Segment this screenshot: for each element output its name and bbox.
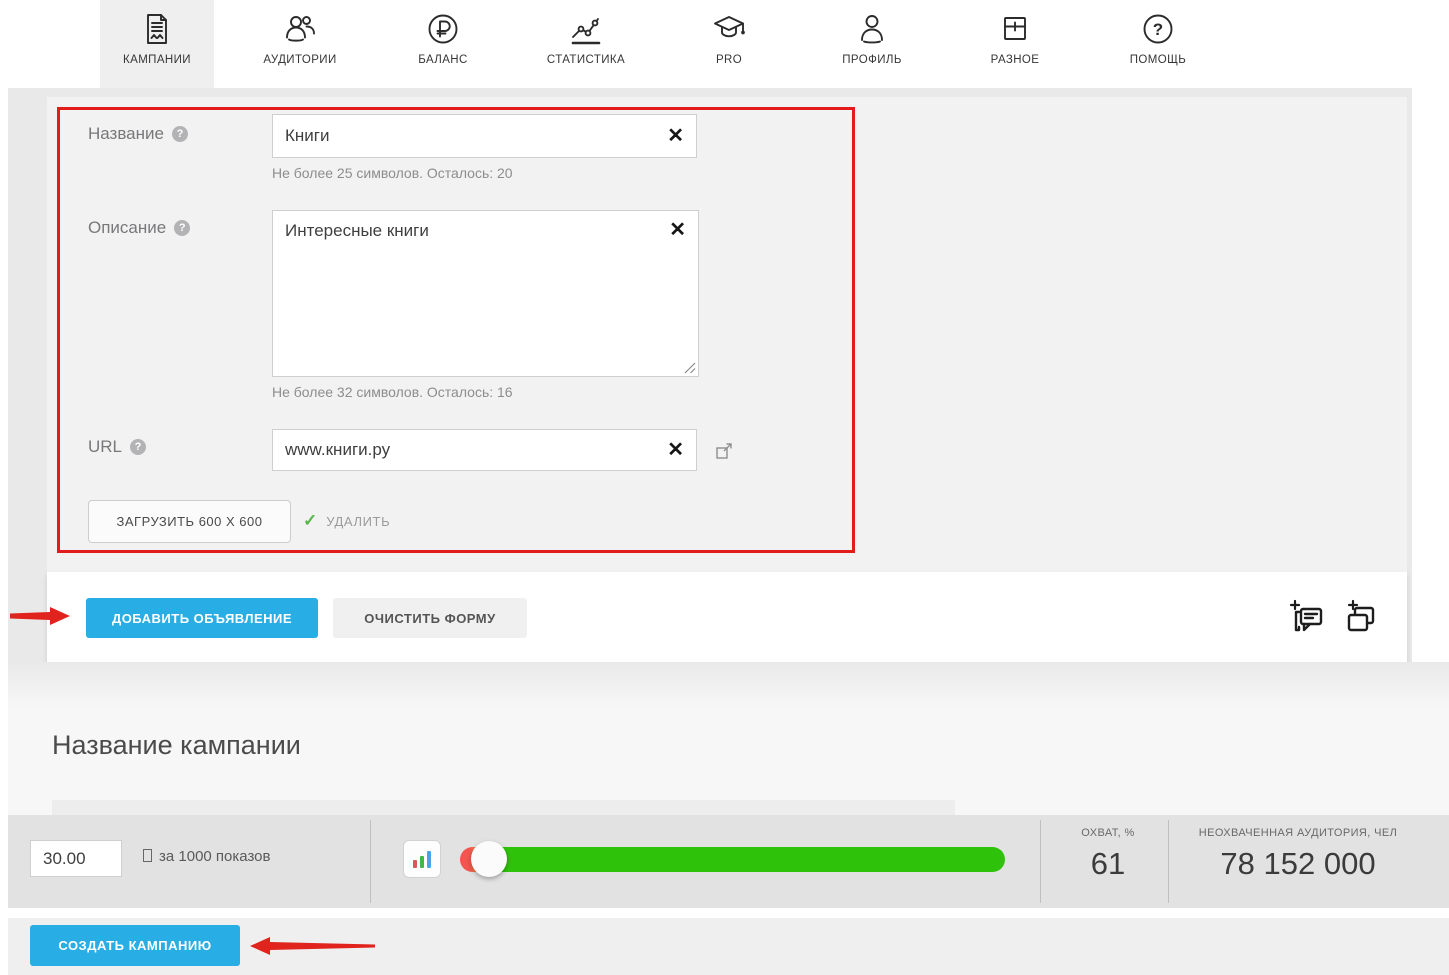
nav-label: БАЛАНС: [418, 54, 467, 66]
add-ad-button[interactable]: ДОБАВИТЬ ОБЪЯВЛЕНИЕ: [86, 598, 318, 638]
nav-item-statistics[interactable]: СТАТИСТИКА: [529, 0, 643, 88]
price-range-slider[interactable]: [460, 847, 1005, 872]
nav-item-balance[interactable]: БАЛАНС: [386, 0, 500, 88]
app-window: КАМПАНИИ АУДИТОРИИ БАЛАНС СТАТИСТИКА PRO: [0, 0, 1449, 975]
reach-label: ОХВАТ, %: [1048, 827, 1168, 839]
name-helper-text: Не более 25 символов. Осталось: 20: [272, 165, 513, 181]
misc-window-plus-icon: [997, 11, 1033, 47]
nav-label: АУДИТОРИИ: [263, 54, 336, 66]
nav-item-help[interactable]: ? ПОМОЩЬ: [1101, 0, 1215, 88]
price-unit-label: за 1000 показов: [143, 848, 270, 865]
pro-graduation-cap-icon: [711, 11, 747, 47]
form-actions-panel: ДОБАВИТЬ ОБЪЯВЛЕНИЕ ОЧИСТИТЬ ФОРМУ: [47, 572, 1407, 662]
description-textarea[interactable]: Интересные книги: [272, 210, 699, 377]
clear-description-icon[interactable]: ✕: [669, 220, 686, 240]
external-link-icon[interactable]: [715, 442, 733, 460]
price-input[interactable]: [30, 840, 122, 877]
delete-image-link[interactable]: ✓ УДАЛИТЬ: [303, 511, 390, 531]
nav-label: PRO: [716, 54, 742, 66]
campaigns-document-icon: [139, 11, 175, 47]
description-helper-text: Не более 32 символов. Осталось: 16: [272, 384, 513, 400]
nav-item-misc[interactable]: РАЗНОЕ: [958, 0, 1072, 88]
balance-ruble-icon: [425, 11, 461, 47]
help-question-icon: ?: [1140, 11, 1176, 47]
nav-label: ПРОФИЛЬ: [842, 54, 902, 66]
duplicate-ad-icon[interactable]: [1340, 598, 1380, 638]
bar-chart-icon: [409, 846, 435, 872]
unreached-audience-label: НЕОХВАЧЕННАЯ АУДИТОРИЯ, ЧЕЛ: [1176, 827, 1420, 839]
nav-item-campaigns[interactable]: КАМПАНИИ: [100, 0, 214, 88]
ruble-missing-glyph-icon: [143, 849, 152, 862]
campaign-name-heading: Название кампании: [52, 730, 301, 761]
create-campaign-zone: СОЗДАТЬ КАМПАНИЮ: [8, 908, 1449, 975]
name-input[interactable]: [272, 114, 697, 158]
check-icon: ✓: [303, 511, 317, 531]
divider: [370, 820, 371, 903]
help-icon[interactable]: ?: [172, 126, 188, 142]
name-field-label: Название?: [88, 124, 188, 144]
nav-label: ПОМОЩЬ: [1130, 54, 1186, 66]
clear-url-icon[interactable]: ✕: [667, 440, 684, 460]
clear-name-icon[interactable]: ✕: [667, 126, 684, 146]
ad-form-panel: Название? ✕ Не более 25 символов. Остало…: [47, 97, 1407, 572]
nav-label: КАМПАНИИ: [123, 54, 191, 66]
slider-handle[interactable]: [471, 841, 507, 877]
help-icon[interactable]: ?: [130, 439, 146, 455]
url-input[interactable]: [272, 429, 697, 471]
statistics-chart-icon: [568, 11, 604, 47]
delete-label: УДАЛИТЬ: [326, 514, 390, 529]
nav-label: СТАТИСТИКА: [547, 54, 625, 66]
name-input-wrap: ✕: [272, 114, 697, 158]
divider: [1168, 820, 1169, 903]
stats-chart-button[interactable]: [403, 840, 441, 878]
upload-image-button[interactable]: ЗАГРУЗИТЬ 600 X 600: [88, 500, 291, 543]
audiences-people-icon: [282, 11, 318, 47]
description-textarea-wrap: Интересные книги ✕: [272, 210, 699, 377]
nav-label: РАЗНОЕ: [991, 54, 1040, 66]
reach-stat: ОХВАТ, % 61: [1048, 827, 1168, 882]
divider: [1040, 820, 1041, 903]
url-field-label: URL?: [88, 437, 146, 457]
unreached-audience-value: 78 152 000: [1176, 846, 1420, 882]
unreached-audience-stat: НЕОХВАЧЕННАЯ АУДИТОРИЯ, ЧЕЛ 78 152 000: [1176, 827, 1420, 882]
description-field-label: Описание?: [88, 218, 190, 238]
nav-item-profile[interactable]: ПРОФИЛЬ: [815, 0, 929, 88]
nav-item-pro[interactable]: PRO: [672, 0, 786, 88]
top-navigation: КАМПАНИИ АУДИТОРИИ БАЛАНС СТАТИСТИКА PRO: [0, 0, 1449, 88]
url-input-wrap: ✕: [272, 429, 697, 471]
reach-value: 61: [1048, 846, 1168, 882]
create-campaign-button[interactable]: СОЗДАТЬ КАМПАНИЮ: [30, 925, 240, 966]
annotation-arrow-create-campaign: [250, 935, 375, 957]
duplicate-ad-with-text-icon[interactable]: [1288, 598, 1328, 638]
profile-person-icon: [854, 11, 890, 47]
collapsed-panel-strip: [52, 800, 955, 815]
resize-grip-icon[interactable]: [684, 361, 696, 373]
nav-item-audiences[interactable]: АУДИТОРИИ: [243, 0, 357, 88]
help-icon[interactable]: ?: [174, 220, 190, 236]
page-background: Название? ✕ Не более 25 символов. Остало…: [8, 88, 1449, 975]
clear-form-button[interactable]: ОЧИСТИТЬ ФОРМУ: [333, 598, 527, 638]
svg-text:?: ?: [1153, 20, 1163, 39]
campaign-settings-bar: за 1000 показов ОХВАТ, % 61 НЕОХ: [8, 815, 1449, 908]
